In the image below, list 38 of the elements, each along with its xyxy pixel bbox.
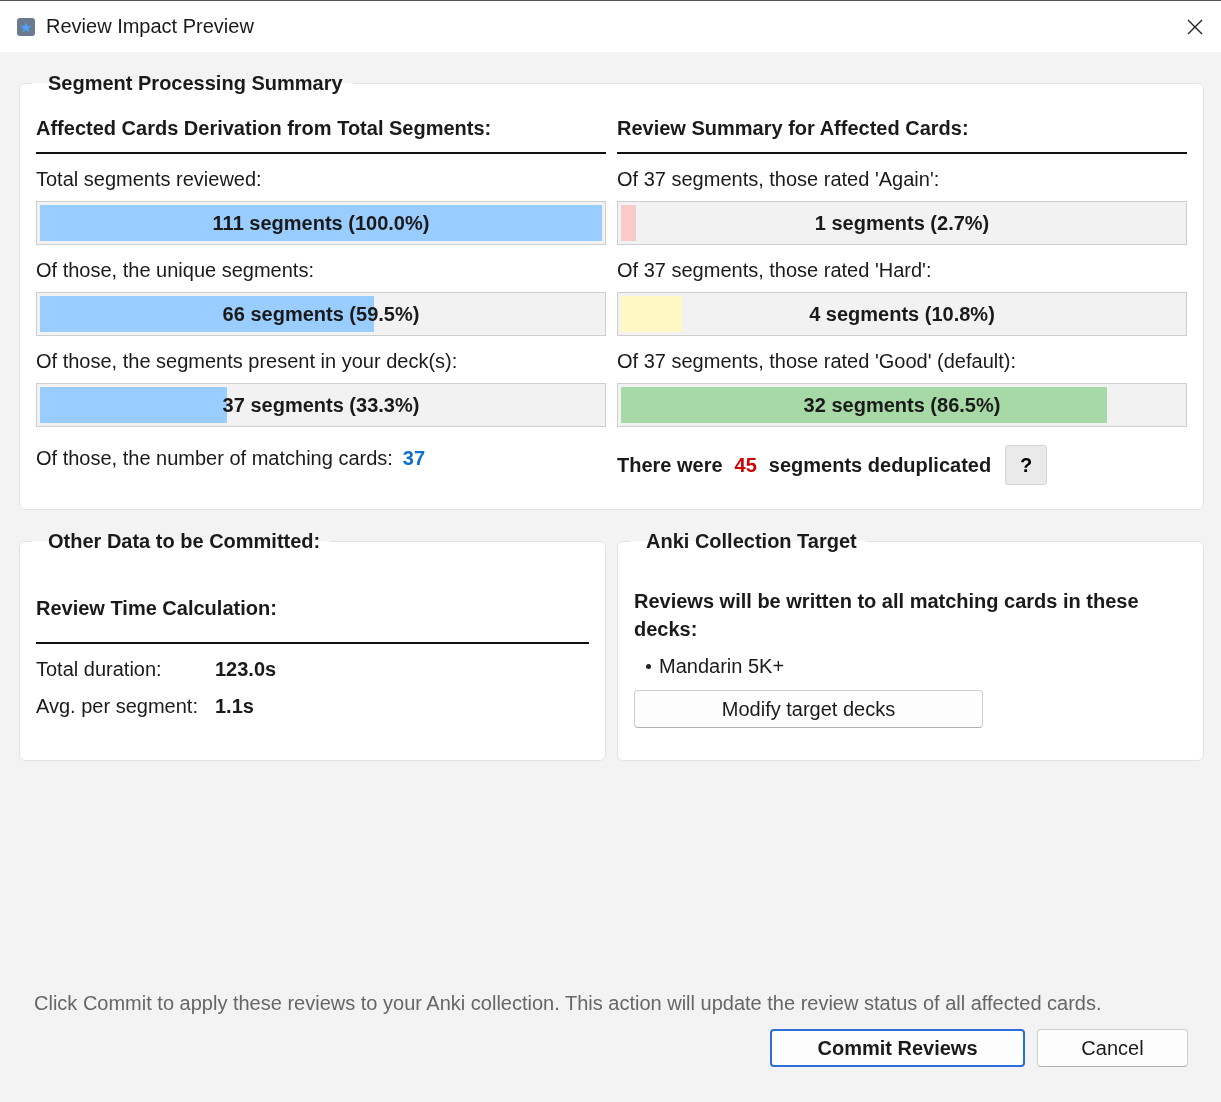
stat-label: Avg. per segment: [36,695,199,718]
stat-label: Total duration: [36,658,163,681]
dedup-count: 45 [734,453,757,477]
row-label: Of 37 segments, those rated 'Hard': [617,259,933,282]
section-heading: Affected Cards Derivation from Total Segments: [36,101,606,154]
deck-name: Mandarin 5K+ [659,655,785,678]
bullet-icon [646,664,651,669]
window-title: Review Impact Preview [46,15,255,38]
close-icon[interactable] [1187,18,1203,35]
group-title: Anki Collection Target [645,530,858,553]
footer-note: Click Commit to apply these reviews to your Anki collection. This action will update the review status of all affected cards. [34,992,1103,1015]
target-description: Reviews will be written to all matching cards in these decks: [634,589,1140,642]
row-label: Of those, the unique segments: [36,259,315,282]
bar-label: 4 segments (10.8%) [809,302,995,326]
dedup-text: segments deduplicated [768,453,992,477]
group-title: Segment Processing Summary [47,72,344,95]
commit-button[interactable]: Commit Reviews [770,1029,1025,1067]
section-heading: Review Summary for Affected Cards: [617,101,1187,154]
matching-count: 37 [402,447,426,470]
dedup-text: There were [617,453,723,477]
row-label: Of 37 segments, those rated 'Good' (default): [617,350,1017,373]
row-label: Of those, the number of matching cards: [36,447,393,470]
row-label: Total segments reviewed: [36,168,263,191]
app-icon [16,16,36,37]
bar-label: 1 segments (2.7%) [814,211,990,235]
bar-label: 37 segments (33.3%) [222,393,420,417]
bar-label: 32 segments (86.5%) [803,393,1001,417]
group-title: Other Data to be Committed: [47,530,322,553]
section-heading: Review Time Calculation: [36,559,589,644]
bar-label: 111 segments (100.0%) [212,211,430,235]
cancel-button[interactable]: Cancel [1037,1029,1188,1067]
stat-value: 1.1s [215,695,254,718]
help-button[interactable]: ? [1005,445,1048,485]
row-label: Of those, the segments present in your deck(s): [36,350,459,373]
row-label: Of 37 segments, those rated 'Again': [617,168,941,191]
stat-value: 123.0s [215,658,277,681]
bar-label: 66 segments (59.5%) [222,302,420,326]
modify-decks-button[interactable]: Modify target decks [634,690,983,728]
